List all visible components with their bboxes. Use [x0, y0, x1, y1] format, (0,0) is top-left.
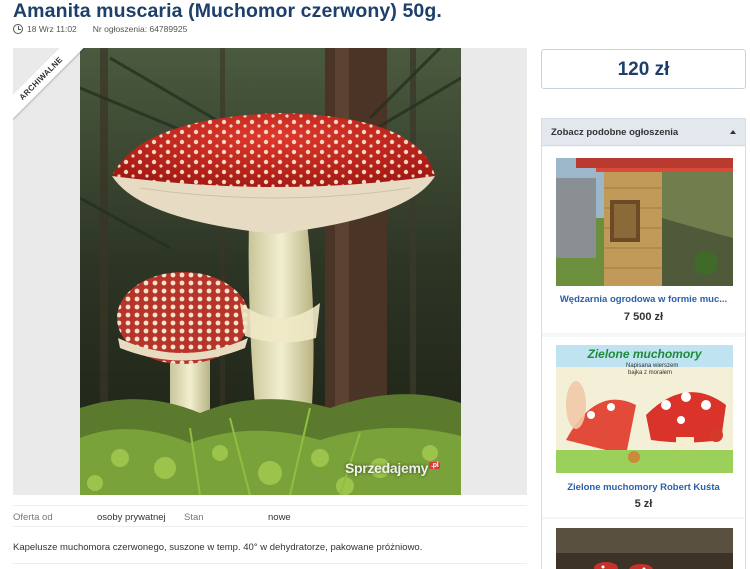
offer-value: osoby prywatnej	[97, 512, 166, 523]
listing-meta: 18 Wrz 11:02 Nr ogłoszenia: 64789925	[13, 24, 187, 34]
clock-icon	[13, 24, 23, 34]
book-cover-sub1: Napisana wierszem	[626, 363, 679, 369]
similar-card[interactable]	[542, 519, 745, 569]
divider	[13, 563, 527, 564]
archived-badge: ARCHIWALNE	[13, 48, 90, 127]
similar-card-title[interactable]: Zielone muchomory Robert Kuśta	[542, 482, 745, 493]
similar-card-price: 7 500 zł	[623, 311, 664, 323]
watermark-text: Sprzedajemy	[345, 460, 429, 476]
condition-label: Stan	[184, 512, 204, 523]
watermark-suffix: .pl	[429, 462, 441, 469]
similar-card-price: 5 zł	[634, 498, 653, 510]
offer-label: Oferta od	[13, 512, 53, 523]
condition-value: nowe	[268, 512, 291, 523]
similar-card[interactable]: Wędzarnia ogrodowa w formie muc... 7 500…	[542, 147, 745, 333]
listing-date: 18 Wrz 11:02	[27, 24, 77, 34]
similar-card-image[interactable]	[556, 528, 733, 569]
listing-description: Kapelusze muchomora czerwonego, suszone …	[13, 542, 423, 553]
similar-listings: Zobacz podobne ogłoszenia Wędzarnia ogro…	[541, 118, 746, 569]
main-photo[interactable]	[80, 48, 461, 495]
chevron-up-icon[interactable]	[730, 130, 736, 134]
photo-gallery[interactable]: ARCHIWALNE Sprzedajemy .pl	[13, 48, 527, 495]
listing-params: Oferta od osoby prywatnej Stan nowe	[13, 505, 527, 527]
similar-card[interactable]: Zielone muchomory Napisana wierszem bajk…	[542, 337, 745, 517]
book-cover-sub2: bajka z morałem	[628, 370, 673, 376]
similar-card-image[interactable]	[556, 158, 733, 286]
price-box: 120 zł	[541, 49, 746, 89]
similar-heading: Zobacz podobne ogłoszenia	[551, 127, 679, 138]
listing-title: Amanita muscaria (Muchomor czerwony) 50g…	[13, 0, 442, 22]
watermark: Sprzedajemy .pl	[345, 460, 441, 476]
similar-card-image[interactable]: Zielone muchomory Napisana wierszem bajk…	[556, 345, 733, 473]
similar-card-title[interactable]: Wędzarnia ogrodowa w formie muc...	[542, 294, 745, 305]
ad-number: Nr ogłoszenia: 64789925	[92, 24, 188, 34]
book-cover-title: Zielone muchomory	[587, 347, 702, 361]
similar-header[interactable]: Zobacz podobne ogłoszenia	[542, 119, 745, 146]
